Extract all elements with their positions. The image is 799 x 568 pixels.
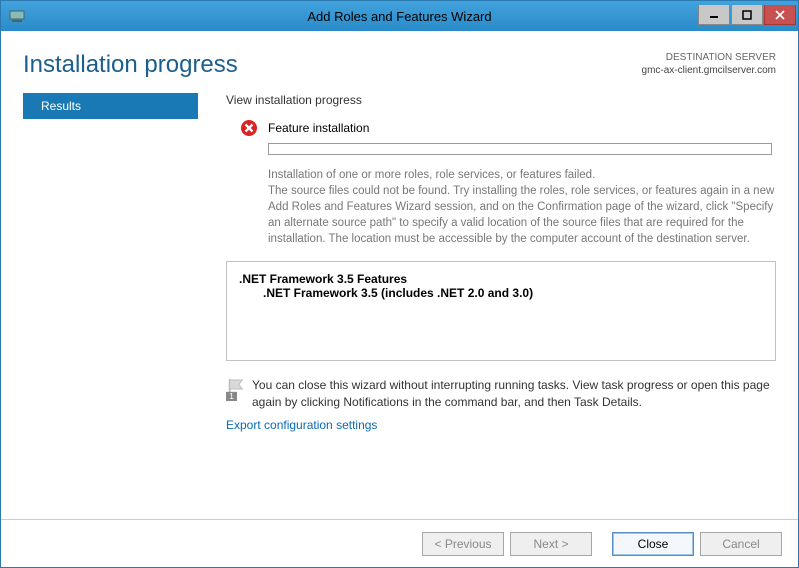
- window-controls: [697, 5, 796, 27]
- wizard-footer: < Previous Next > Close Cancel: [1, 519, 798, 567]
- window-title: Add Roles and Features Wizard: [1, 9, 798, 24]
- server-manager-icon: [9, 8, 25, 24]
- sidebar: Results: [23, 93, 198, 519]
- notifications-flag-icon: 1: [226, 377, 252, 409]
- destination-label: DESTINATION SERVER: [642, 51, 776, 64]
- destination-server-info: DESTINATION SERVER gmc-ax-client.gmcilse…: [642, 51, 776, 77]
- cancel-button: Cancel: [700, 532, 782, 556]
- previous-button: < Previous: [422, 532, 504, 556]
- close-window-button[interactable]: [764, 5, 796, 25]
- subheading: View installation progress: [226, 93, 776, 107]
- titlebar: Add Roles and Features Wizard: [1, 1, 798, 31]
- svg-text:1: 1: [229, 393, 234, 402]
- feature-child: .NET Framework 3.5 (includes .NET 2.0 an…: [239, 286, 763, 300]
- maximize-button[interactable]: [731, 5, 763, 25]
- progress-bar: [268, 143, 772, 155]
- next-button: Next >: [510, 532, 592, 556]
- minimize-button[interactable]: [698, 5, 730, 25]
- status-description: Installation of one or more roles, role …: [268, 167, 776, 247]
- features-list: .NET Framework 3.5 Features .NET Framewo…: [226, 261, 776, 361]
- desc-line1: Installation of one or more roles, role …: [268, 167, 776, 183]
- close-button[interactable]: Close: [612, 532, 694, 556]
- destination-host: gmc-ax-client.gmcilserver.com: [642, 64, 776, 77]
- sidebar-item-results[interactable]: Results: [23, 93, 198, 119]
- error-icon: [240, 119, 258, 137]
- export-config-link[interactable]: Export configuration settings: [226, 418, 776, 432]
- main-panel: View installation progress Feature insta…: [198, 93, 776, 519]
- close-note: You can close this wizard without interr…: [252, 377, 776, 409]
- status-title: Feature installation: [268, 121, 369, 135]
- feature-parent: .NET Framework 3.5 Features: [239, 272, 763, 286]
- page-heading: Installation progress: [23, 51, 238, 79]
- desc-rest: The source files could not be found. Try…: [268, 183, 776, 247]
